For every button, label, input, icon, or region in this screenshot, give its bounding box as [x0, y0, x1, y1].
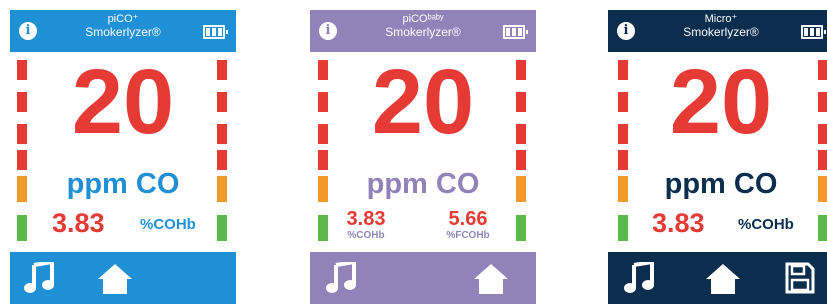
- co-unit: ppm CO: [66, 168, 180, 200]
- brand-line2: Smokerlyzer®: [385, 24, 461, 39]
- info-icon[interactable]: i: [617, 22, 635, 40]
- info-icon[interactable]: i: [19, 22, 37, 40]
- co-reading: 20: [669, 51, 773, 153]
- home-icon[interactable]: [474, 264, 508, 294]
- brand-line1: piCO⁺: [107, 13, 139, 25]
- fcohb-value: 5.66: [448, 208, 488, 230]
- bottom-bar: [310, 252, 536, 304]
- music-note-icon[interactable]: [326, 262, 356, 294]
- co-unit: ppm CO: [664, 168, 778, 200]
- co-reading: 20: [371, 51, 475, 153]
- home-icon[interactable]: [706, 264, 740, 294]
- co-unit: ppm CO: [366, 168, 480, 200]
- music-note-icon[interactable]: [24, 262, 54, 294]
- top-bar: i piCO⁺ Smokerlyzer®: [10, 10, 236, 52]
- pico-baby-screen: i piCOᵇᵃᵇʸ Smokerlyzer® 20 ppm CO 3.83 %…: [310, 10, 536, 304]
- micro-screen: i Micro⁺ Smokerlyzer® 20 ppm CO 3.83 %CO…: [608, 10, 827, 304]
- bottom-bar: [10, 252, 236, 304]
- pico-screen: i piCO⁺ Smokerlyzer® 20 ppm CO 3.83 %COH…: [10, 10, 236, 304]
- fcohb-label: %FCOHb: [446, 230, 490, 241]
- brand-logo: Micro⁺ Smokerlyzer®: [658, 13, 784, 39]
- top-bar: i Micro⁺ Smokerlyzer®: [608, 10, 827, 52]
- co-reading: 20: [71, 51, 175, 153]
- battery-icon: [503, 25, 528, 39]
- cohb-label: %COHb: [140, 216, 196, 233]
- battery-icon: [801, 25, 826, 39]
- cohb-value: 3.83: [52, 208, 105, 238]
- home-icon[interactable]: [98, 264, 132, 294]
- brand-line2: Smokerlyzer®: [85, 24, 161, 39]
- cohb-value: 3.83: [652, 208, 705, 238]
- cohb-label: %COHb: [738, 216, 794, 233]
- music-note-icon[interactable]: [624, 262, 654, 294]
- battery-icon: [203, 25, 228, 39]
- cohb-label: %COHb: [347, 230, 385, 241]
- top-bar: i piCOᵇᵃᵇʸ Smokerlyzer®: [310, 10, 536, 52]
- brand-logo: piCO⁺ Smokerlyzer®: [60, 13, 186, 39]
- cohb-value: 3.83: [346, 208, 386, 230]
- brand-line1: Micro⁺: [704, 13, 738, 25]
- brand-logo: piCOᵇᵃᵇʸ Smokerlyzer®: [360, 13, 486, 39]
- save-icon[interactable]: [785, 262, 815, 294]
- brand-line1: piCOᵇᵃᵇʸ: [402, 13, 444, 25]
- info-icon[interactable]: i: [319, 22, 337, 40]
- brand-line2: Smokerlyzer®: [683, 24, 759, 39]
- bottom-bar: [608, 252, 827, 304]
